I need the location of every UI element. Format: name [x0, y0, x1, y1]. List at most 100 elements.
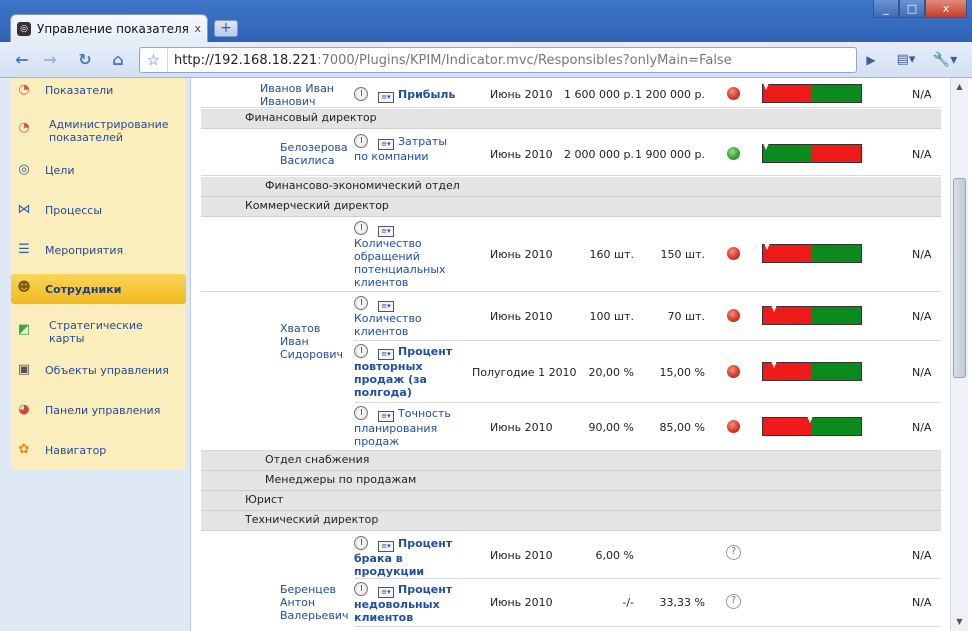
- tab-close-icon[interactable]: x: [194, 22, 201, 35]
- status-red-icon: [727, 365, 740, 378]
- bookmark-star-icon[interactable]: ☆: [140, 48, 168, 72]
- group-label: Финансово-экономический отдел: [265, 179, 460, 192]
- page-content: ◔ Показатели ◔ Администрирование показат…: [0, 78, 972, 631]
- gauge-icon[interactable]: [354, 134, 368, 148]
- sidebar-item-indicator-admin[interactable]: ◔ Администрирование показателей: [11, 116, 186, 146]
- menu-icon[interactable]: ≡▾: [378, 411, 394, 422]
- plan-value: 90,00 %: [588, 421, 634, 434]
- sidebar-item-objects[interactable]: ▣ Объекты управления: [11, 362, 186, 378]
- sidebar-item-label: Навигатор: [45, 444, 107, 457]
- period: Полугодие 1 2010: [472, 366, 577, 379]
- gauge-icon[interactable]: [354, 296, 368, 310]
- scroll-down-arrow-icon[interactable]: ▼: [953, 615, 966, 629]
- gauge-icon[interactable]: [354, 582, 368, 596]
- tab-title: Управление показателям...: [37, 21, 190, 36]
- minimize-button[interactable]: _: [873, 0, 899, 18]
- sidebar-item-navigator[interactable]: ✿ Навигатор: [11, 442, 186, 458]
- scroll-up-arrow-icon[interactable]: ▲: [953, 80, 966, 94]
- status-red-icon: [727, 247, 740, 260]
- go-arrow-icon[interactable]: ▶: [860, 49, 882, 71]
- browser-tab[interactable]: ◎ Управление показателям... x: [10, 14, 208, 42]
- window-titlebar: ◎ Управление показателям... x + _ □ x: [0, 0, 972, 42]
- indicator-name[interactable]: ≡▾ Процент недовольных клиентов: [354, 582, 462, 624]
- plan-value: 2 000 000 р.: [564, 148, 634, 161]
- fact-value: 70 шт.: [667, 310, 705, 323]
- dashboard-icon: ◕: [18, 402, 30, 417]
- progress-bar: [762, 305, 862, 325]
- status-red-icon: [727, 309, 740, 322]
- target-icon: ◎: [18, 162, 30, 177]
- period: Июнь 2010: [490, 248, 553, 261]
- group-label: Юрист: [245, 493, 284, 506]
- person-name[interactable]: Иванов Иван Иванович: [260, 82, 350, 108]
- period: Июнь 2010: [490, 549, 553, 562]
- person-name[interactable]: Хватов Иван Сидорович: [280, 322, 352, 361]
- na-value: N/A: [912, 366, 932, 379]
- sidebar-item-label: Процессы: [45, 204, 103, 217]
- indicator-name[interactable]: ≡▾ Количество обращений потенциальных кли…: [354, 221, 464, 289]
- responsibles-table: Иванов Иван Иванович ≡▾ Прибыль Июнь 2010…: [201, 78, 941, 631]
- wrench-menu-icon[interactable]: 🔧▾: [929, 49, 961, 71]
- briefcase-icon: ▣: [17, 362, 31, 377]
- menu-icon[interactable]: ≡▾: [378, 139, 394, 150]
- new-tab-button[interactable]: +: [214, 20, 238, 37]
- gauge-icon[interactable]: [354, 344, 368, 358]
- menu-icon[interactable]: ≡▾: [378, 541, 394, 552]
- gauge-icon[interactable]: [354, 536, 368, 550]
- fact-value: 1 200 000 р.: [635, 88, 705, 101]
- address-bar[interactable]: ☆ http://192.168.18.221:7000/Plugins/KPI…: [139, 47, 857, 73]
- indicator-name[interactable]: ≡▾ Количество клиентов: [354, 296, 444, 338]
- maximize-button[interactable]: □: [899, 0, 925, 18]
- sidebar-item-indicators[interactable]: ◔ Показатели: [11, 82, 186, 98]
- person-name[interactable]: Белозерова Василиса: [280, 141, 350, 167]
- indicator-name[interactable]: ≡▾ Процент повторных продаж (за полгода): [354, 344, 462, 399]
- vertical-scrollbar[interactable]: ▲ ▼: [950, 78, 968, 631]
- indicator-name[interactable]: ≡▾ Процент брака в продукции: [354, 536, 462, 578]
- menu-icon[interactable]: ≡▾: [378, 226, 394, 237]
- sidebar-item-employees[interactable]: ☻ Сотрудники: [11, 274, 186, 304]
- page-menu-icon[interactable]: ▤▾: [891, 49, 921, 71]
- back-arrow-icon[interactable]: ←: [10, 49, 34, 71]
- menu-icon[interactable]: ≡▾: [378, 92, 394, 103]
- address-url[interactable]: http://192.168.18.221:7000/Plugins/KPIM/…: [168, 53, 732, 68]
- na-value: N/A: [912, 549, 932, 562]
- sidebar-item-goals[interactable]: ◎ Цели: [11, 162, 186, 178]
- home-icon[interactable]: ⌂: [106, 49, 130, 71]
- group-label: Финансовый директор: [245, 111, 377, 124]
- indicator-name[interactable]: ≡▾ Затраты по компании: [354, 134, 458, 163]
- sidebar-item-processes[interactable]: ⋈ Процессы: [11, 202, 186, 218]
- group-row: Технический директор: [201, 511, 941, 531]
- fact-value: 33,33 %: [659, 596, 705, 609]
- fact-value: 150 шт.: [660, 248, 705, 261]
- indicator-name[interactable]: ≡▾ Прибыль: [354, 87, 462, 103]
- group-label: Отдел снабжения: [265, 453, 370, 466]
- plan-value: 1 600 000 р.: [564, 88, 634, 101]
- scroll-thumb[interactable]: [953, 178, 966, 378]
- close-window-button[interactable]: x: [925, 0, 967, 18]
- sidebar-item-label: Показатели: [45, 84, 114, 97]
- sidebar-item-strategic-maps[interactable]: ◩ Стратегические карты: [11, 318, 186, 346]
- sidebar-item-events[interactable]: ☰ Мероприятия: [11, 242, 186, 258]
- reload-icon[interactable]: ↻: [73, 49, 97, 71]
- forward-arrow-icon[interactable]: →: [38, 49, 62, 71]
- progress-bar: [762, 143, 862, 163]
- people-icon: ☻: [17, 280, 31, 295]
- menu-icon[interactable]: ≡▾: [378, 587, 394, 598]
- process-icon: ⋈: [17, 202, 31, 217]
- events-icon: ☰: [18, 242, 30, 257]
- plan-value: 6,00 %: [595, 549, 634, 562]
- sidebar-item-label: Стратегические карты: [49, 319, 143, 345]
- period: Июнь 2010: [490, 310, 553, 323]
- gauge-icon[interactable]: [354, 87, 368, 101]
- group-row: Менеджеры по продажам: [201, 471, 941, 491]
- gauge-icon[interactable]: [354, 221, 368, 235]
- gauge-icon[interactable]: [354, 406, 368, 420]
- indicator-name[interactable]: ≡▾ Точность планирования продаж: [354, 406, 458, 448]
- group-row: Финансовый директор: [201, 109, 941, 129]
- browser-toolbar: ← → ↻ ⌂ ☆ http://192.168.18.221:7000/Plu…: [0, 42, 972, 78]
- sidebar-item-dashboards[interactable]: ◕ Панели управления: [11, 402, 186, 418]
- menu-icon[interactable]: ≡▾: [378, 301, 394, 312]
- menu-icon[interactable]: ≡▾: [378, 349, 394, 360]
- person-name[interactable]: Беренцев Антон Валерьевич: [280, 583, 350, 622]
- navigator-icon: ✿: [18, 442, 30, 457]
